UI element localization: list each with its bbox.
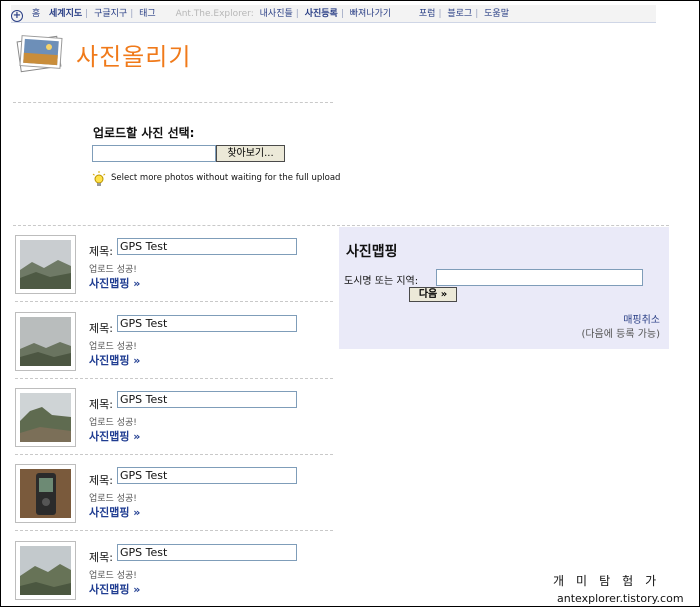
- lightbulb-icon: [92, 171, 106, 186]
- divider: [13, 102, 333, 103]
- nav-tags[interactable]: 태그: [139, 9, 156, 19]
- watermark-signature: 개미탐험가: [553, 574, 669, 588]
- photo-mapping-link[interactable]: 사진맵핑 »: [89, 581, 140, 597]
- next-button[interactable]: 다음 »: [409, 287, 457, 302]
- nav-help[interactable]: 도움말: [484, 9, 509, 19]
- nav-separator: |: [295, 9, 299, 19]
- photo-item: 제목: 업로드 성공! 사진맵핑 »: [15, 312, 333, 382]
- nav-separator: |: [130, 9, 134, 19]
- divider: [15, 454, 333, 455]
- divider: [15, 530, 333, 531]
- location-input[interactable]: [436, 269, 643, 286]
- top-navigation: + 홈 세계지도 | 구글지구 | 태그 Ant.The.Explorer: 내사진…: [11, 5, 656, 23]
- photo-stack-icon: [16, 35, 63, 73]
- photo-mapping-link[interactable]: 사진맵핑 »: [89, 504, 140, 520]
- nav-my-photos[interactable]: 내사진들: [260, 9, 293, 19]
- photo-thumbnail: [15, 235, 76, 294]
- home-icon[interactable]: +: [11, 10, 23, 22]
- title-input[interactable]: [117, 315, 297, 332]
- divider: [15, 301, 333, 302]
- file-path-input[interactable]: [92, 145, 216, 162]
- upload-status: 업로드 성공!: [89, 265, 137, 275]
- title-label: 제목:: [89, 551, 113, 564]
- nav-google-earth[interactable]: 구글지구: [94, 9, 127, 19]
- divider: [15, 378, 333, 379]
- upload-label: 업로드할 사진 선택:: [93, 126, 195, 140]
- upload-status: 업로드 성공!: [89, 418, 137, 428]
- title-label: 제목:: [89, 245, 113, 258]
- title-label: 제목:: [89, 322, 113, 335]
- page-title: 사진올리기: [76, 43, 192, 71]
- photo-item: 제목: 업로드 성공! 사진맵핑 »: [15, 235, 333, 305]
- upload-tip: Select more photos without waiting for t…: [111, 173, 341, 183]
- nav-world-map[interactable]: 세계지도: [49, 9, 82, 19]
- photo-thumbnail: [15, 388, 76, 447]
- nav-separator: |: [438, 9, 442, 19]
- nav-upload[interactable]: 사진등록: [305, 9, 338, 19]
- title-input[interactable]: [117, 544, 297, 561]
- photo-item: 제목: 업로드 성공! 사진맵핑 »: [15, 464, 333, 534]
- divider: [13, 225, 669, 226]
- browse-button[interactable]: 찾아보기...: [216, 145, 285, 162]
- location-label: 도시명 또는 지역:: [344, 276, 419, 287]
- later-note: (다음에 등록 가능): [581, 329, 660, 340]
- photo-thumbnail: [15, 464, 76, 523]
- nav-blog[interactable]: 블로그: [447, 9, 472, 19]
- mapping-title: 사진맵핑: [346, 244, 398, 260]
- title-input[interactable]: [117, 391, 297, 408]
- photo-item: 제목: 업로드 성공! 사진맵핑 »: [15, 388, 333, 458]
- photo-thumbnail: [15, 312, 76, 371]
- photo-mapping-link[interactable]: 사진맵핑 »: [89, 428, 140, 444]
- cancel-mapping-link[interactable]: 매핑취소: [623, 311, 660, 326]
- nav-forum[interactable]: 포럼: [419, 9, 436, 19]
- nav-home[interactable]: 홈: [32, 9, 40, 19]
- title-input[interactable]: [117, 467, 297, 484]
- title-label: 제목:: [89, 474, 113, 487]
- nav-separator: |: [85, 9, 89, 19]
- photo-thumbnail: [15, 541, 76, 600]
- title-input[interactable]: [117, 238, 297, 255]
- upload-status: 업로드 성공!: [89, 342, 137, 352]
- upload-status: 업로드 성공!: [89, 571, 137, 581]
- nav-explore[interactable]: 빠져나가기: [350, 9, 391, 19]
- title-label: 제목:: [89, 398, 113, 411]
- photo-item: 제목: 업로드 성공! 사진맵핑 »: [15, 541, 333, 611]
- photo-mapping-link[interactable]: 사진맵핑 »: [89, 352, 140, 368]
- nav-username: Ant.The.Explorer:: [175, 9, 254, 19]
- upload-status: 업로드 성공!: [89, 494, 137, 504]
- photo-mapping-link[interactable]: 사진맵핑 »: [89, 275, 140, 291]
- nav-separator: |: [340, 9, 344, 19]
- photo-mapping-panel: 사진맵핑 도시명 또는 지역: 다음 » 매핑취소 (다음에 등록 가능): [339, 227, 669, 349]
- watermark-url: antexplorer.tistory.com: [557, 592, 684, 605]
- nav-separator: |: [475, 9, 479, 19]
